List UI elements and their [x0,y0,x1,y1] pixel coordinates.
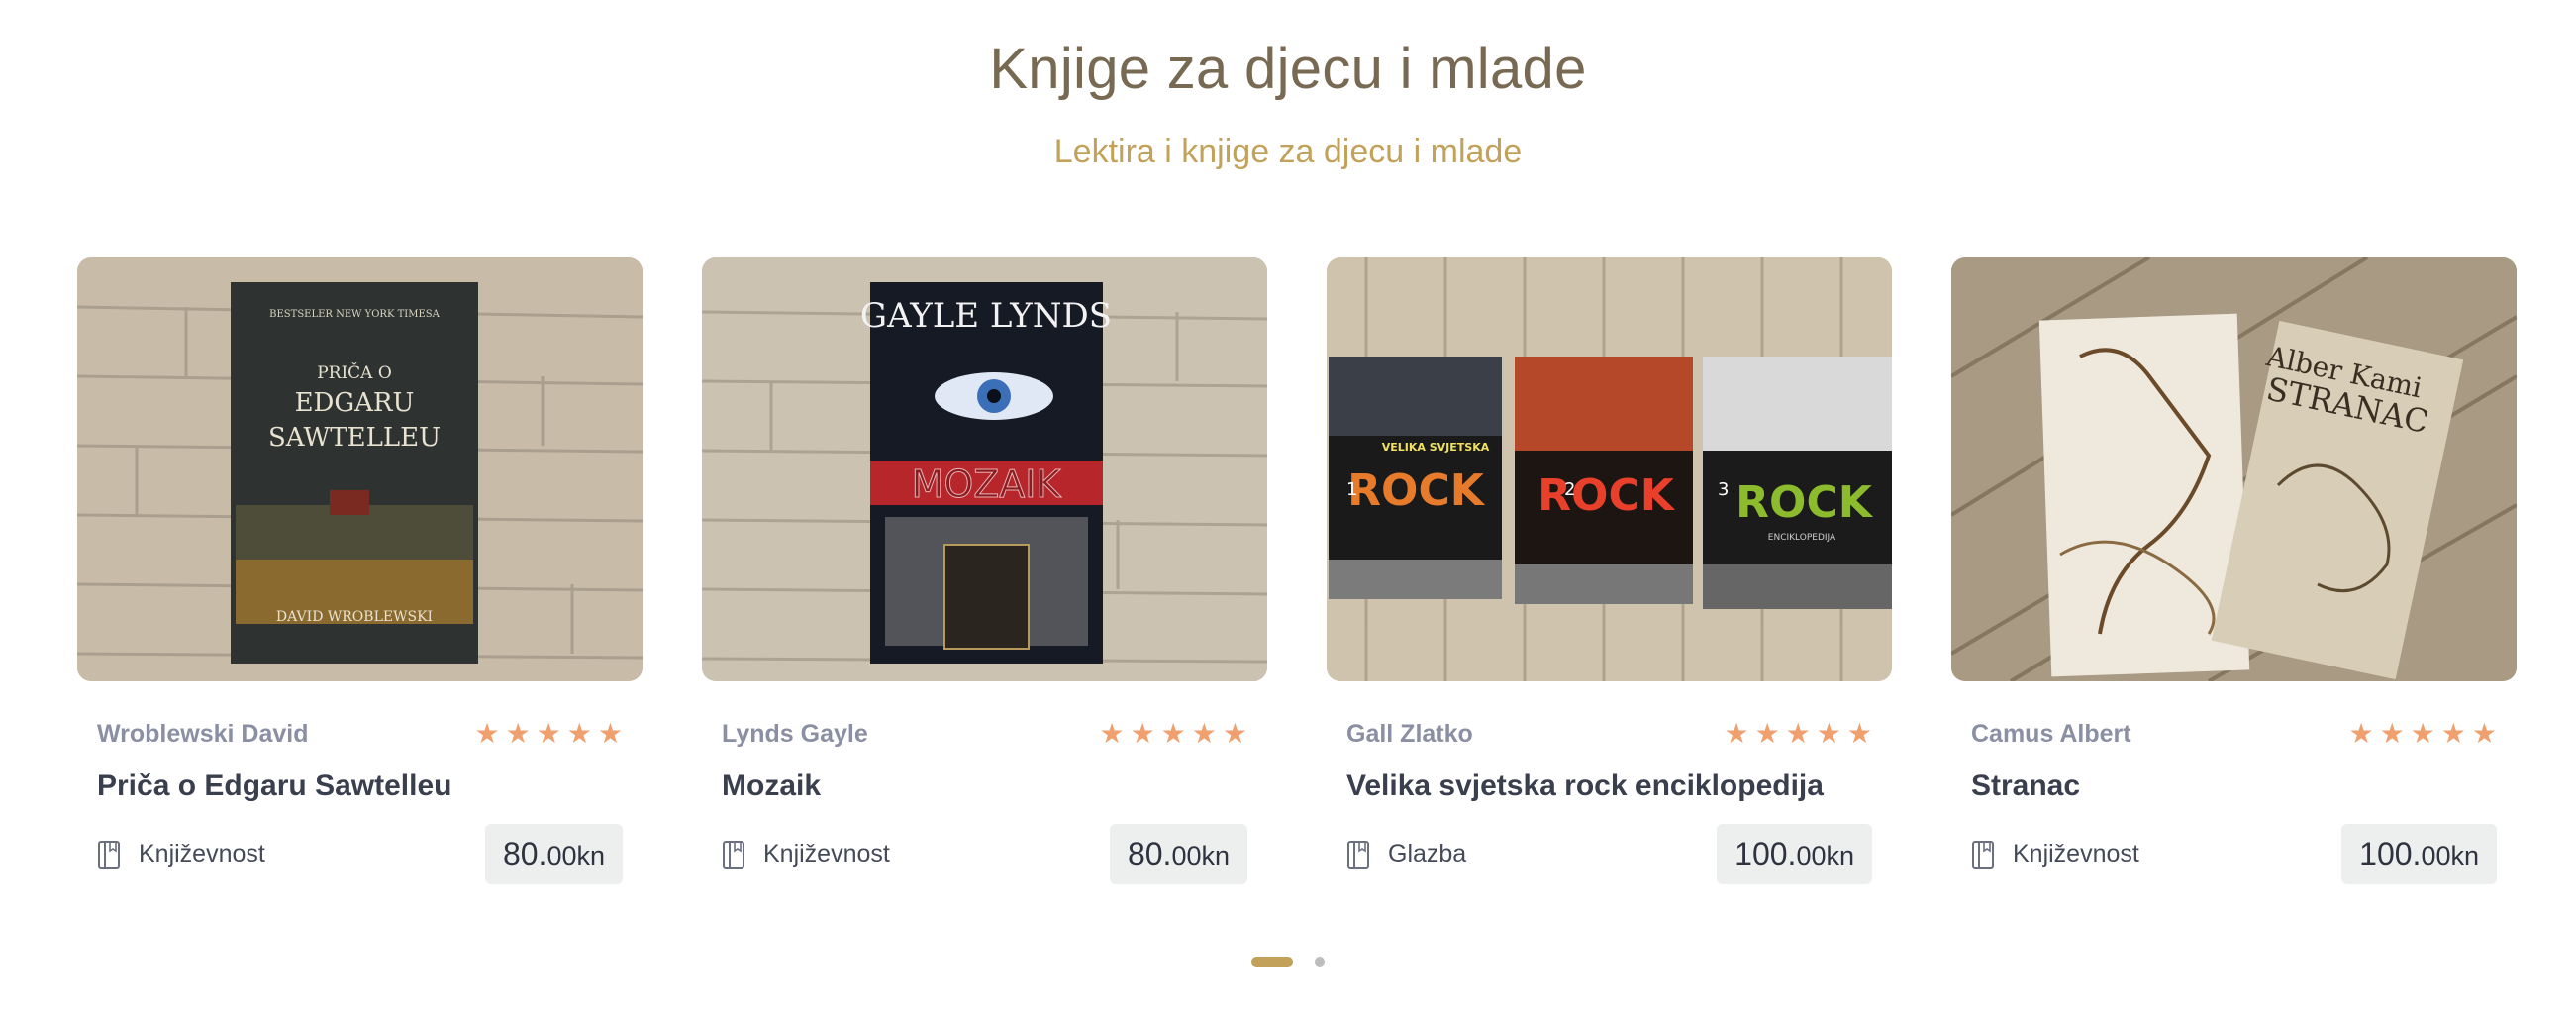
carousel-pagination [0,957,2576,967]
star-icon: ★ [536,718,561,749]
star-icon: ★ [597,718,623,749]
price-main: 80. [502,836,547,871]
book-title[interactable]: Stranac [1971,767,2497,806]
category-label: Književnost [763,840,890,868]
cover-text: GAYLE LYNDS [860,296,1112,336]
cover-text: 3 [1718,479,1729,500]
price-main: 100. [2359,836,2422,871]
star-icon: ★ [1846,718,1872,749]
book-icon [723,840,744,869]
price-badge: 100.00kn [2341,824,2497,884]
price-decimal: 00kn [2421,841,2479,870]
star-icon: ★ [1754,718,1780,749]
book-icon [1972,840,1994,869]
price-decimal: 00kn [1796,841,1854,870]
book-title[interactable]: Mozaik [722,767,1247,806]
book-icon [1347,840,1369,869]
book-card[interactable]: BESTSELER NEW YORK TIMESA PRIČA O EDGARU… [77,257,643,884]
book-cover-image[interactable]: Alber Kami STRANAC [1951,257,2517,681]
book-card[interactable]: Alber Kami STRANAC Camus Albert ★ ★ ★ ★ ★ St… [1951,257,2517,884]
rating-stars: ★ ★ ★ ★ ★ [2348,720,2497,748]
price-badge: 80.00kn [1109,824,1247,884]
price-badge: 80.00kn [484,824,623,884]
cover-text: EDGARU [295,388,415,418]
cover-text: MOZAIK [912,462,1062,506]
rating-stars: ★ ★ ★ ★ ★ [474,720,623,748]
star-icon: ★ [1724,718,1749,749]
star-icon: ★ [474,718,500,749]
book-author[interactable]: Wroblewski David [97,720,309,749]
cover-text: SAWTELLEU [268,423,441,453]
cover-text: 1 [1346,479,1357,500]
section-subtitle: Lektira i knjige za djecu i mlade [1053,133,1523,170]
star-icon: ★ [1099,718,1125,749]
book-card[interactable]: ROCK VELIKA SVJETSKA 1 ROCK 2 ROCK 3 ENC… [1327,257,1892,884]
cover-text: BESTSELER NEW YORK TIMESA [269,309,440,320]
book-icon [98,840,120,869]
book-category[interactable]: Književnost [722,840,890,870]
book-cover-image[interactable]: BESTSELER NEW YORK TIMESA PRIČA O EDGARU… [77,257,643,681]
star-icon: ★ [1191,718,1217,749]
star-icon: ★ [2440,718,2466,749]
book-title[interactable]: Priča o Edgaru Sawtelleu [97,767,623,806]
star-icon: ★ [1222,718,1247,749]
book-author[interactable]: Camus Albert [1971,720,2131,749]
carousel-dot[interactable] [1315,957,1325,967]
cover-text: ENCIKLOPEDIJA [1768,533,1836,543]
book-card[interactable]: GAYLE LYNDS MOZAIK Lynds Gayle ★ ★ ★ ★ ★ Moz… [702,257,1267,884]
svg-text:ROCK: ROCK [1735,477,1874,528]
book-cover-image[interactable]: ROCK VELIKA SVJETSKA 1 ROCK 2 ROCK 3 ENC… [1327,257,1892,681]
star-icon: ★ [2410,718,2435,749]
category-label: Književnost [2013,840,2139,868]
category-label: Glazba [1388,840,1467,868]
cover-text: VELIKA SVJETSKA [1382,441,1490,454]
carousel-dot-active[interactable] [1251,957,1293,967]
price-decimal: 00kn [1171,841,1230,870]
book-author[interactable]: Lynds Gayle [722,720,868,749]
section-title: Knjige za djecu i mlade [989,37,1587,101]
rating-stars: ★ ★ ★ ★ ★ [1099,720,1247,748]
star-icon: ★ [1785,718,1811,749]
book-author[interactable]: Gall Zlatko [1346,720,1473,749]
star-icon: ★ [566,718,592,749]
cover-text: ROCK [1347,465,1486,516]
svg-text:ROCK: ROCK [1537,470,1676,521]
cover-text: 2 [1564,479,1575,500]
star-icon: ★ [2471,718,2497,749]
rating-stars: ★ ★ ★ ★ ★ [1724,720,1872,748]
price-decimal: 00kn [546,841,605,870]
star-icon: ★ [2379,718,2405,749]
star-icon: ★ [1130,718,1155,749]
book-category[interactable]: Književnost [1971,840,2139,870]
price-badge: 100.00kn [1717,824,1872,884]
star-icon: ★ [1816,718,1841,749]
book-title[interactable]: Velika svjetska rock enciklopedija [1346,767,1872,806]
book-cover-image[interactable]: GAYLE LYNDS MOZAIK [702,257,1267,681]
star-icon: ★ [2348,718,2374,749]
star-icon: ★ [505,718,531,749]
category-label: Književnost [139,840,265,868]
cover-text: DAVID WROBLEWSKI [276,609,433,625]
book-carousel: BESTSELER NEW YORK TIMESA PRIČA O EDGARU… [77,257,2517,884]
book-category[interactable]: Glazba [1346,840,1466,870]
price-main: 80. [1127,836,1172,871]
star-icon: ★ [1160,718,1186,749]
cover-text: PRIČA O [317,362,392,383]
book-category[interactable]: Književnost [97,840,265,870]
price-main: 100. [1734,836,1797,871]
